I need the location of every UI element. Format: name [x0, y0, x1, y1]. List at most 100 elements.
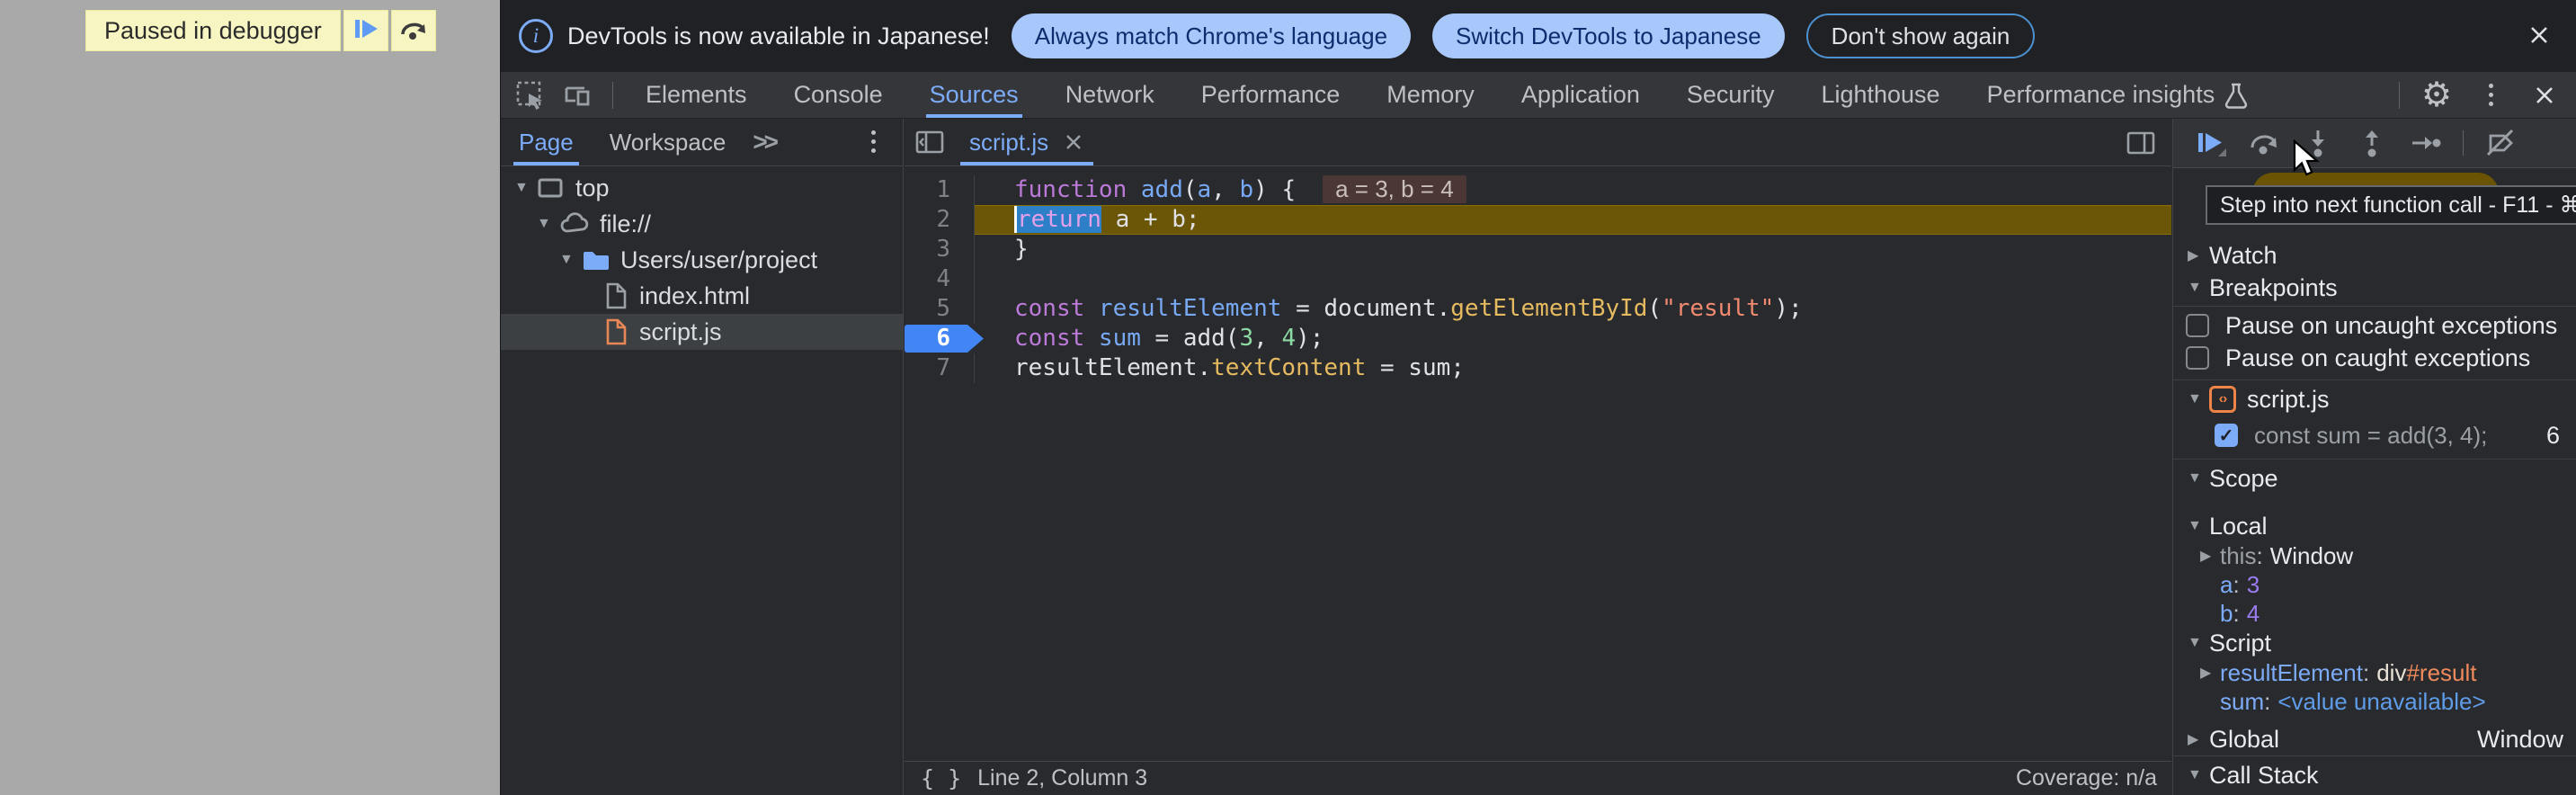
close-devtools-button[interactable]	[2527, 78, 2562, 112]
scope-variable-a[interactable]: a:3	[2173, 570, 2576, 599]
breakpoint-entry[interactable]: ✓ const sum = add(3, 4); 6	[2173, 417, 2576, 453]
pause-uncaught-checkbox[interactable]	[2186, 314, 2209, 337]
resume-script-button[interactable]	[343, 10, 388, 51]
expanded-arrow-icon[interactable]: ▼	[2188, 635, 2209, 651]
code-token: 3	[1239, 325, 1253, 352]
tree-item-top[interactable]: ▼top	[501, 170, 903, 206]
expanded-arrow-icon[interactable]: ▼	[2188, 470, 2209, 487]
scope-group-local[interactable]: ▼Local	[2173, 511, 2576, 541]
scope-group-script[interactable]: ▼Script	[2173, 628, 2576, 658]
colon: :	[2233, 600, 2239, 628]
more-tabs-icon[interactable]: >>	[753, 128, 775, 156]
toggle-device-toolbar-button[interactable]	[560, 78, 594, 112]
step-over-icon[interactable]	[2247, 126, 2281, 160]
collapsed-arrow-icon[interactable]: ▶	[2200, 664, 2220, 682]
close-tab-icon[interactable]	[1063, 131, 1084, 153]
tab-application[interactable]: Application	[1498, 72, 1663, 118]
toggle-navigator-sidebar-icon[interactable]	[914, 126, 946, 158]
tab-workspace[interactable]: Workspace	[592, 119, 744, 165]
watch-section-header[interactable]: ▶ Watch	[2173, 239, 2576, 272]
code-line-7: 7resultElement.textContent = sum;	[905, 353, 2171, 383]
scope-variable-sum[interactable]: sum:<value unavailable>	[2173, 687, 2576, 716]
breakpoint-checkbox[interactable]: ✓	[2215, 424, 2238, 447]
tree-item-script-js[interactable]: script.js	[501, 314, 903, 350]
line-number-4[interactable]: 4	[905, 264, 975, 294]
line-number-6[interactable]: 6	[905, 324, 975, 353]
variable-value: 4	[2247, 600, 2260, 628]
collapsed-arrow-icon[interactable]: ▶	[2188, 730, 2209, 748]
toggle-debugger-sidebar-icon[interactable]	[2125, 127, 2157, 159]
step-over-button[interactable]	[391, 10, 436, 51]
colon: :	[2264, 688, 2270, 716]
tab-memory[interactable]: Memory	[1363, 72, 1498, 118]
tab-elements[interactable]: Elements	[622, 72, 771, 118]
pause-caught-checkbox[interactable]	[2186, 346, 2209, 370]
expanded-arrow-icon[interactable]: ▼	[2188, 280, 2209, 296]
tab-label: Security	[1687, 81, 1775, 109]
breakpoint-line-number: 6	[2546, 422, 2560, 450]
code-token: = document.	[1281, 295, 1450, 322]
code-token: textContent	[1211, 354, 1366, 381]
tab-sources[interactable]: Sources	[906, 72, 1042, 118]
debugger-sidebar: Step into next function call - F11 - ⌘ ;…	[2172, 119, 2576, 795]
line-number-2[interactable]: 2	[905, 205, 975, 235]
line-number-5[interactable]: 5	[905, 294, 975, 324]
inspect-element-button[interactable]	[513, 78, 548, 112]
call-stack-section-header[interactable]: ▼ Call Stack	[2173, 759, 2576, 791]
tree-item-label: script.js	[639, 318, 722, 346]
expanded-arrow-icon[interactable]: ▼	[2188, 518, 2209, 534]
tab-network[interactable]: Network	[1042, 72, 1178, 118]
settings-gear-icon[interactable]: ⚙	[2420, 78, 2454, 112]
tab-lighthouse[interactable]: Lighthouse	[1797, 72, 1963, 118]
breakpoints-section-header[interactable]: ▼ Breakpoints	[2173, 272, 2576, 304]
notification-close-button[interactable]	[2526, 22, 2553, 53]
pretty-print-icon[interactable]: { }	[921, 765, 961, 791]
breakpoint-file-group[interactable]: ▼ ‹› script.js	[2173, 383, 2576, 415]
more-options-icon[interactable]	[2468, 78, 2513, 112]
navigator-more-options-icon[interactable]	[866, 130, 881, 153]
scope-tree: ▼Local▶this:Windowa:3b:4▼Script▶resultEl…	[2173, 511, 2576, 716]
switch-to-japanese-button[interactable]: Switch DevTools to Japanese	[1432, 13, 1785, 58]
scope-variable-b[interactable]: b:4	[2173, 599, 2576, 628]
expand-arrow-icon[interactable]: ▼	[559, 252, 581, 268]
dont-show-again-button[interactable]: Don't show again	[1806, 13, 2036, 58]
line-number-1[interactable]: 1	[905, 175, 975, 205]
code-token: }	[1014, 236, 1029, 263]
editor-pane: script.js 1function add(a, b) {a = 3, b …	[905, 119, 2171, 795]
tab-console[interactable]: Console	[771, 72, 906, 118]
line-number-3[interactable]: 3	[905, 235, 975, 264]
paused-in-debugger-banner: Paused in debugger	[85, 10, 436, 51]
file-icon	[603, 281, 628, 310]
collapsed-arrow-icon[interactable]: ▶	[2188, 246, 2209, 264]
step-icon[interactable]	[2409, 126, 2443, 160]
step-out-icon[interactable]	[2355, 126, 2389, 160]
tab-performance[interactable]: Performance	[1178, 72, 1364, 118]
editor-tab-scriptjs[interactable]: script.js	[957, 119, 1097, 165]
pause-uncaught-row[interactable]: Pause on uncaught exceptions	[2173, 309, 2576, 342]
scope-section-header[interactable]: ▼ Scope	[2173, 462, 2576, 495]
resume-icon[interactable]	[2193, 126, 2227, 160]
expanded-arrow-icon[interactable]: ▼	[2188, 391, 2209, 407]
scope-variable-this[interactable]: ▶this:Window	[2173, 541, 2576, 570]
tab-security[interactable]: Security	[1663, 72, 1798, 118]
global-scope-row[interactable]: ▶ Global Window	[2173, 723, 2576, 755]
tree-item-index-html[interactable]: index.html	[501, 278, 903, 314]
screen: Paused in debugger i DevTools is now ava…	[0, 0, 2576, 795]
pause-caught-row[interactable]: Pause on caught exceptions	[2173, 342, 2576, 374]
expanded-arrow-icon[interactable]: ▼	[2188, 767, 2209, 783]
scope-variable-resultElement[interactable]: ▶resultElement:div#result	[2173, 658, 2576, 687]
tab-page[interactable]: Page	[501, 119, 592, 165]
code-text: return a + b;	[975, 205, 2171, 235]
deactivate-breakpoints-icon[interactable]	[2483, 126, 2518, 160]
line-number-7[interactable]: 7	[905, 353, 975, 383]
tree-item-file-[interactable]: ▼file://	[501, 206, 903, 242]
code-editor[interactable]: 1function add(a, b) {a = 3, b = 42return…	[905, 167, 2171, 760]
code-token: ) {	[1253, 176, 1296, 203]
collapsed-arrow-icon[interactable]: ▶	[2200, 547, 2220, 565]
tab-label: Application	[1521, 81, 1640, 109]
tab-performance-insights[interactable]: Performance insights	[1964, 72, 2273, 118]
always-match-language-button[interactable]: Always match Chrome's language	[1012, 13, 1411, 58]
expand-arrow-icon[interactable]: ▼	[537, 216, 558, 232]
tree-item-users-user-project[interactable]: ▼Users/user/project	[501, 242, 903, 278]
expand-arrow-icon[interactable]: ▼	[514, 180, 536, 196]
